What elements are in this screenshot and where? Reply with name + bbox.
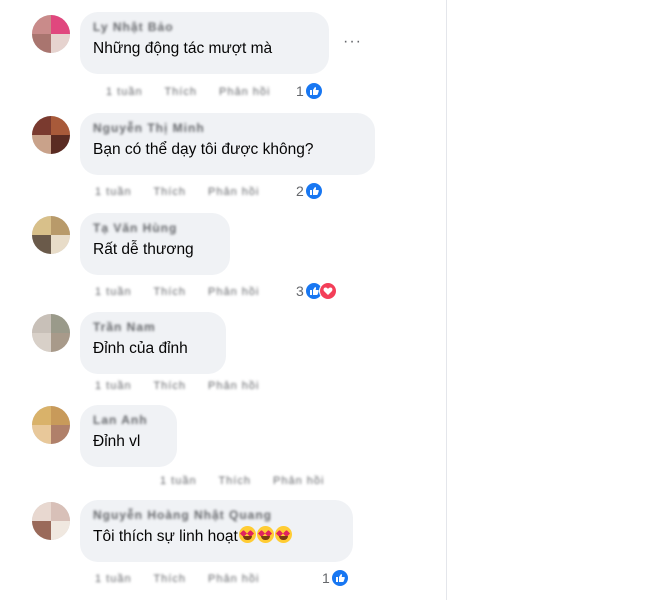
avatar[interactable] (32, 15, 70, 53)
like-icon (330, 569, 349, 587)
avatar[interactable] (32, 502, 70, 540)
reply-link[interactable]: Phản hồi (273, 475, 324, 487)
comment-author[interactable]: Trần Nam (93, 320, 213, 335)
comment-author[interactable]: Nguyễn Hoàng Nhật Quang (93, 508, 340, 523)
reply-link[interactable]: Phản hồi (208, 186, 259, 198)
like-link[interactable]: Thích (153, 380, 186, 392)
reaction-summary[interactable]: 1 (296, 82, 323, 100)
comment-meta: 1 tuần Thích Phản hồi (160, 475, 342, 487)
comment-bubble: Lan Anh Đỉnh vl (80, 405, 177, 467)
comment-time[interactable]: 1 tuần (95, 380, 132, 392)
comment-text-row: Tôi thích sự linh hoạt (93, 526, 340, 547)
comment-time[interactable]: 1 tuần (160, 475, 197, 487)
reaction-summary[interactable]: 1 (322, 569, 349, 587)
comment-author[interactable]: Ly Nhật Bảo (93, 20, 316, 35)
comment-meta: 1 tuần Thích Phản hồi (95, 286, 277, 298)
comment-text: Những động tác mượt mà (93, 40, 273, 57)
love-icon (318, 282, 337, 300)
reaction-summary[interactable]: 2 (296, 182, 323, 200)
like-link[interactable]: Thích (153, 573, 186, 585)
heart-eyes-emoji (256, 526, 274, 543)
comment-text: Đỉnh của đỉnh (93, 340, 188, 357)
heart-eyes-emoji (274, 526, 292, 543)
comment-text: Tôi thích sự linh hoạt (93, 528, 238, 545)
reply-link[interactable]: Phản hồi (219, 86, 270, 98)
avatar[interactable] (32, 406, 70, 444)
like-icon (304, 182, 323, 200)
reaction-count: 1 (322, 570, 330, 586)
reaction-count: 1 (296, 83, 304, 99)
like-link[interactable]: Thích (164, 86, 197, 98)
comment-bubble: Trần Nam Đỉnh của đỉnh (80, 312, 226, 374)
avatar[interactable] (32, 216, 70, 254)
comment-bubble: Nguyễn Hoàng Nhật Quang Tôi thích sự lin… (80, 500, 353, 562)
comment-meta: 1 tuần Thích Phản hồi (95, 380, 277, 392)
comment-time[interactable]: 1 tuần (106, 86, 143, 98)
like-icon (304, 82, 323, 100)
comment-meta: 1 tuần Thích Phản hồi (95, 573, 277, 585)
comment-time[interactable]: 1 tuần (95, 186, 132, 198)
like-link[interactable]: Thích (153, 286, 186, 298)
comment-bubble: Tạ Văn Hùng Rất dễ thương (80, 213, 230, 275)
reaction-count: 2 (296, 183, 304, 199)
avatar[interactable] (32, 116, 70, 154)
comment-time[interactable]: 1 tuần (95, 286, 132, 298)
comment-meta: 1 tuần Thích Phản hồi (106, 86, 288, 98)
reply-link[interactable]: Phản hồi (208, 380, 259, 392)
comment-bubble: Nguyễn Thị Minh Bạn có thể dạy tôi được … (80, 113, 375, 175)
comment-meta: 1 tuần Thích Phản hồi (95, 186, 277, 198)
avatar[interactable] (32, 314, 70, 352)
comment-author[interactable]: Tạ Văn Hùng (93, 221, 217, 236)
panel-edge (446, 0, 447, 600)
comment-author[interactable]: Nguyễn Thị Minh (93, 121, 362, 136)
reply-link[interactable]: Phản hồi (208, 573, 259, 585)
reply-link[interactable]: Phản hồi (208, 286, 259, 298)
like-link[interactable]: Thích (218, 475, 251, 487)
comment-time[interactable]: 1 tuần (95, 573, 132, 585)
heart-eyes-emoji (238, 526, 256, 543)
comment-text: Rất dễ thương (93, 241, 194, 258)
like-link[interactable]: Thích (153, 186, 186, 198)
comment-text: Bạn có thể dạy tôi được không? (93, 141, 314, 158)
comment-text: Đỉnh vl (93, 433, 141, 450)
reaction-summary[interactable]: 3 (296, 282, 337, 300)
comment-bubble: Ly Nhật Bảo Những động tác mượt mà (80, 12, 329, 74)
more-options-icon[interactable]: ··· (343, 34, 362, 50)
reaction-count: 3 (296, 283, 304, 299)
comment-author[interactable]: Lan Anh (93, 413, 164, 428)
